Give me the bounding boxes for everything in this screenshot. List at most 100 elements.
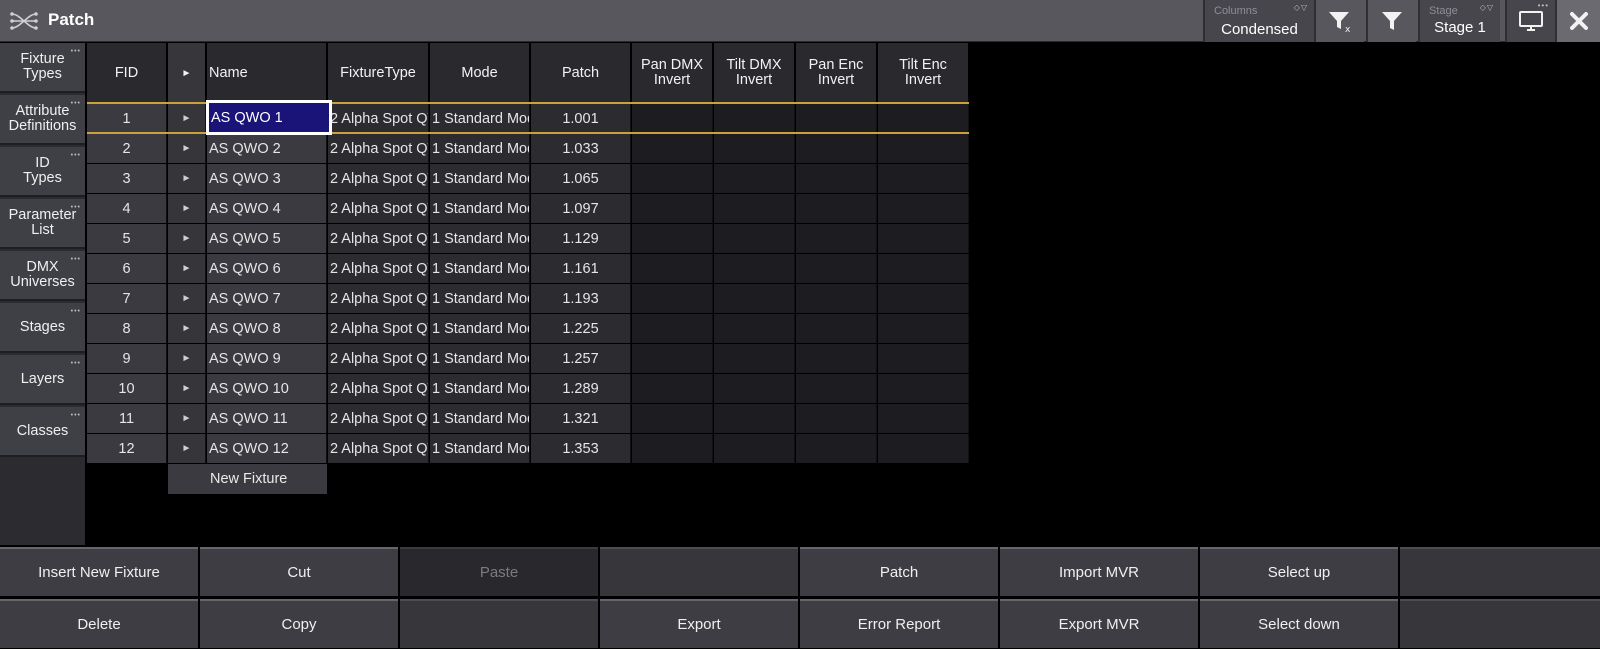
cell-mode[interactable]: 1 Standard Mode bbox=[430, 314, 530, 343]
cell-fixture-type[interactable]: 2 Alpha Spot QWO bbox=[328, 344, 429, 373]
cell-tilt-dmx-invert[interactable] bbox=[714, 284, 795, 313]
expand-arrow-icon[interactable]: ► bbox=[168, 194, 206, 223]
cell-patch[interactable]: 1.097 bbox=[531, 194, 631, 223]
cell-name[interactable]: AS QWO 10 bbox=[207, 374, 327, 403]
cell-tilt-dmx-invert[interactable] bbox=[714, 194, 795, 223]
cell-tilt-enc-invert[interactable] bbox=[878, 314, 969, 343]
cell-fixture-type[interactable]: 2 Alpha Spot QWO bbox=[328, 404, 429, 433]
cell-fixture-type[interactable]: 2 Alpha Spot QWO bbox=[328, 134, 429, 163]
cell-patch[interactable]: 1.033 bbox=[531, 134, 631, 163]
cell-fid[interactable]: 3 bbox=[87, 164, 167, 193]
expand-arrow-icon[interactable]: ► bbox=[168, 284, 206, 313]
cell-fixture-type[interactable]: 2 Alpha Spot QWO bbox=[328, 284, 429, 313]
name-edit-field[interactable]: AS QWO 1 bbox=[206, 100, 332, 135]
cell-fid[interactable]: 1 bbox=[87, 104, 167, 133]
cell-pan-enc-invert[interactable] bbox=[796, 404, 877, 433]
cell-mode[interactable]: 1 Standard Mode bbox=[430, 434, 530, 463]
delete-button[interactable]: Delete bbox=[0, 599, 198, 648]
column-header-fixture-type[interactable]: FixtureType bbox=[328, 43, 429, 103]
cell-fid[interactable]: 7 bbox=[87, 284, 167, 313]
sidebar-item-layers[interactable]: ••• Layers bbox=[0, 355, 85, 405]
cell-patch[interactable]: 1.129 bbox=[531, 224, 631, 253]
export-button[interactable]: Export bbox=[600, 599, 798, 648]
cell-pan-enc-invert[interactable] bbox=[796, 434, 877, 463]
cell-tilt-dmx-invert[interactable] bbox=[714, 434, 795, 463]
cell-name[interactable]: AS QWO 12 bbox=[207, 434, 327, 463]
table-row[interactable]: 12►AS QWO 122 Alpha Spot QWO1 Standard M… bbox=[87, 434, 969, 464]
cell-tilt-enc-invert[interactable] bbox=[878, 164, 969, 193]
cell-tilt-enc-invert[interactable] bbox=[878, 404, 969, 433]
cell-mode[interactable]: 1 Standard Mode bbox=[430, 164, 530, 193]
table-row[interactable]: 2►AS QWO 22 Alpha Spot QWO1 Standard Mod… bbox=[87, 134, 969, 164]
cell-fid[interactable]: 6 bbox=[87, 254, 167, 283]
sidebar-item-dmx-universes[interactable]: ••• DMX Universes bbox=[0, 251, 85, 301]
table-row[interactable]: 6►AS QWO 62 Alpha Spot QWO1 Standard Mod… bbox=[87, 254, 969, 284]
cell-patch[interactable]: 1.321 bbox=[531, 404, 631, 433]
expand-arrow-icon[interactable]: ► bbox=[168, 434, 206, 463]
cell-tilt-enc-invert[interactable] bbox=[878, 374, 969, 403]
cell-tilt-dmx-invert[interactable] bbox=[714, 224, 795, 253]
expand-arrow-icon[interactable]: ► bbox=[168, 104, 206, 133]
column-header-name[interactable]: Name bbox=[207, 43, 327, 103]
cell-fixture-type[interactable]: 2 Alpha Spot QWO bbox=[328, 104, 429, 133]
cell-tilt-enc-invert[interactable] bbox=[878, 434, 969, 463]
cell-patch[interactable]: 1.225 bbox=[531, 314, 631, 343]
cell-name[interactable]: AS QWO 8 bbox=[207, 314, 327, 343]
cell-fixture-type[interactable]: 2 Alpha Spot QWO bbox=[328, 254, 429, 283]
cell-tilt-dmx-invert[interactable] bbox=[714, 404, 795, 433]
expand-arrow-icon[interactable]: ► bbox=[168, 164, 206, 193]
column-header-pan-dmx-invert[interactable]: Pan DMX Invert bbox=[632, 43, 713, 103]
cell-patch[interactable]: 1.353 bbox=[531, 434, 631, 463]
cell-pan-enc-invert[interactable] bbox=[796, 254, 877, 283]
expand-arrow-icon[interactable]: ► bbox=[168, 254, 206, 283]
cell-name[interactable]: AS QWO 4 bbox=[207, 194, 327, 223]
cell-tilt-enc-invert[interactable] bbox=[878, 344, 969, 373]
select-down-button[interactable]: Select down bbox=[1200, 599, 1398, 648]
cell-fixture-type[interactable]: 2 Alpha Spot QWO bbox=[328, 224, 429, 253]
table-row[interactable]: 3►AS QWO 32 Alpha Spot QWO1 Standard Mod… bbox=[87, 164, 969, 194]
filter-button[interactable] bbox=[1366, 0, 1416, 42]
cell-pan-enc-invert[interactable] bbox=[796, 284, 877, 313]
cell-tilt-dmx-invert[interactable] bbox=[714, 164, 795, 193]
expand-arrow-icon[interactable]: ► bbox=[168, 374, 206, 403]
cell-fid[interactable]: 8 bbox=[87, 314, 167, 343]
cell-name[interactable]: AS QWO 3 bbox=[207, 164, 327, 193]
cell-pan-enc-invert[interactable] bbox=[796, 314, 877, 343]
cell-mode[interactable]: 1 Standard Mode bbox=[430, 134, 530, 163]
cell-tilt-enc-invert[interactable] bbox=[878, 254, 969, 283]
export-mvr-button[interactable]: Export MVR bbox=[1000, 599, 1198, 648]
cell-name[interactable]: AS QWO 5 bbox=[207, 224, 327, 253]
cell-pan-enc-invert[interactable] bbox=[796, 164, 877, 193]
cell-tilt-dmx-invert[interactable] bbox=[714, 134, 795, 163]
cell-fid[interactable]: 12 bbox=[87, 434, 167, 463]
expand-arrow-icon[interactable]: ► bbox=[168, 134, 206, 163]
table-row[interactable]: 5►AS QWO 52 Alpha Spot QWO1 Standard Mod… bbox=[87, 224, 969, 254]
cell-fid[interactable]: 11 bbox=[87, 404, 167, 433]
expand-arrow-icon[interactable]: ► bbox=[168, 314, 206, 343]
stage-selector[interactable]: Stage ◇▽ Stage 1 bbox=[1418, 0, 1500, 42]
cell-patch[interactable]: 1.001 bbox=[531, 104, 631, 133]
table-row[interactable]: 9►AS QWO 92 Alpha Spot QWO1 Standard Mod… bbox=[87, 344, 969, 374]
cell-mode[interactable]: 1 Standard Mode bbox=[430, 104, 530, 133]
cell-mode[interactable]: 1 Standard Mode bbox=[430, 404, 530, 433]
sidebar-item-attribute-definitions[interactable]: ••• Attribute Definitions bbox=[0, 95, 85, 145]
table-row[interactable]: 8►AS QWO 82 Alpha Spot QWO1 Standard Mod… bbox=[87, 314, 969, 344]
cell-fixture-type[interactable]: 2 Alpha Spot QWO bbox=[328, 434, 429, 463]
expand-arrow-icon[interactable]: ► bbox=[168, 344, 206, 373]
sidebar-item-classes[interactable]: ••• Classes bbox=[0, 407, 85, 457]
cell-tilt-enc-invert[interactable] bbox=[878, 284, 969, 313]
cell-tilt-enc-invert[interactable] bbox=[878, 134, 969, 163]
cell-pan-enc-invert[interactable] bbox=[796, 194, 877, 223]
close-button[interactable] bbox=[1555, 0, 1600, 42]
column-header-mode[interactable]: Mode bbox=[430, 43, 530, 103]
cell-tilt-dmx-invert[interactable] bbox=[714, 344, 795, 373]
cell-pan-dmx-invert[interactable] bbox=[632, 164, 713, 193]
cell-pan-dmx-invert[interactable] bbox=[632, 374, 713, 403]
cell-tilt-dmx-invert[interactable] bbox=[714, 254, 795, 283]
cell-patch[interactable]: 1.065 bbox=[531, 164, 631, 193]
cell-pan-enc-invert[interactable] bbox=[796, 104, 877, 133]
cell-patch[interactable]: 1.289 bbox=[531, 374, 631, 403]
cell-mode[interactable]: 1 Standard Mode bbox=[430, 374, 530, 403]
cell-fid[interactable]: 9 bbox=[87, 344, 167, 373]
new-fixture-row[interactable]: New Fixture bbox=[168, 464, 327, 494]
